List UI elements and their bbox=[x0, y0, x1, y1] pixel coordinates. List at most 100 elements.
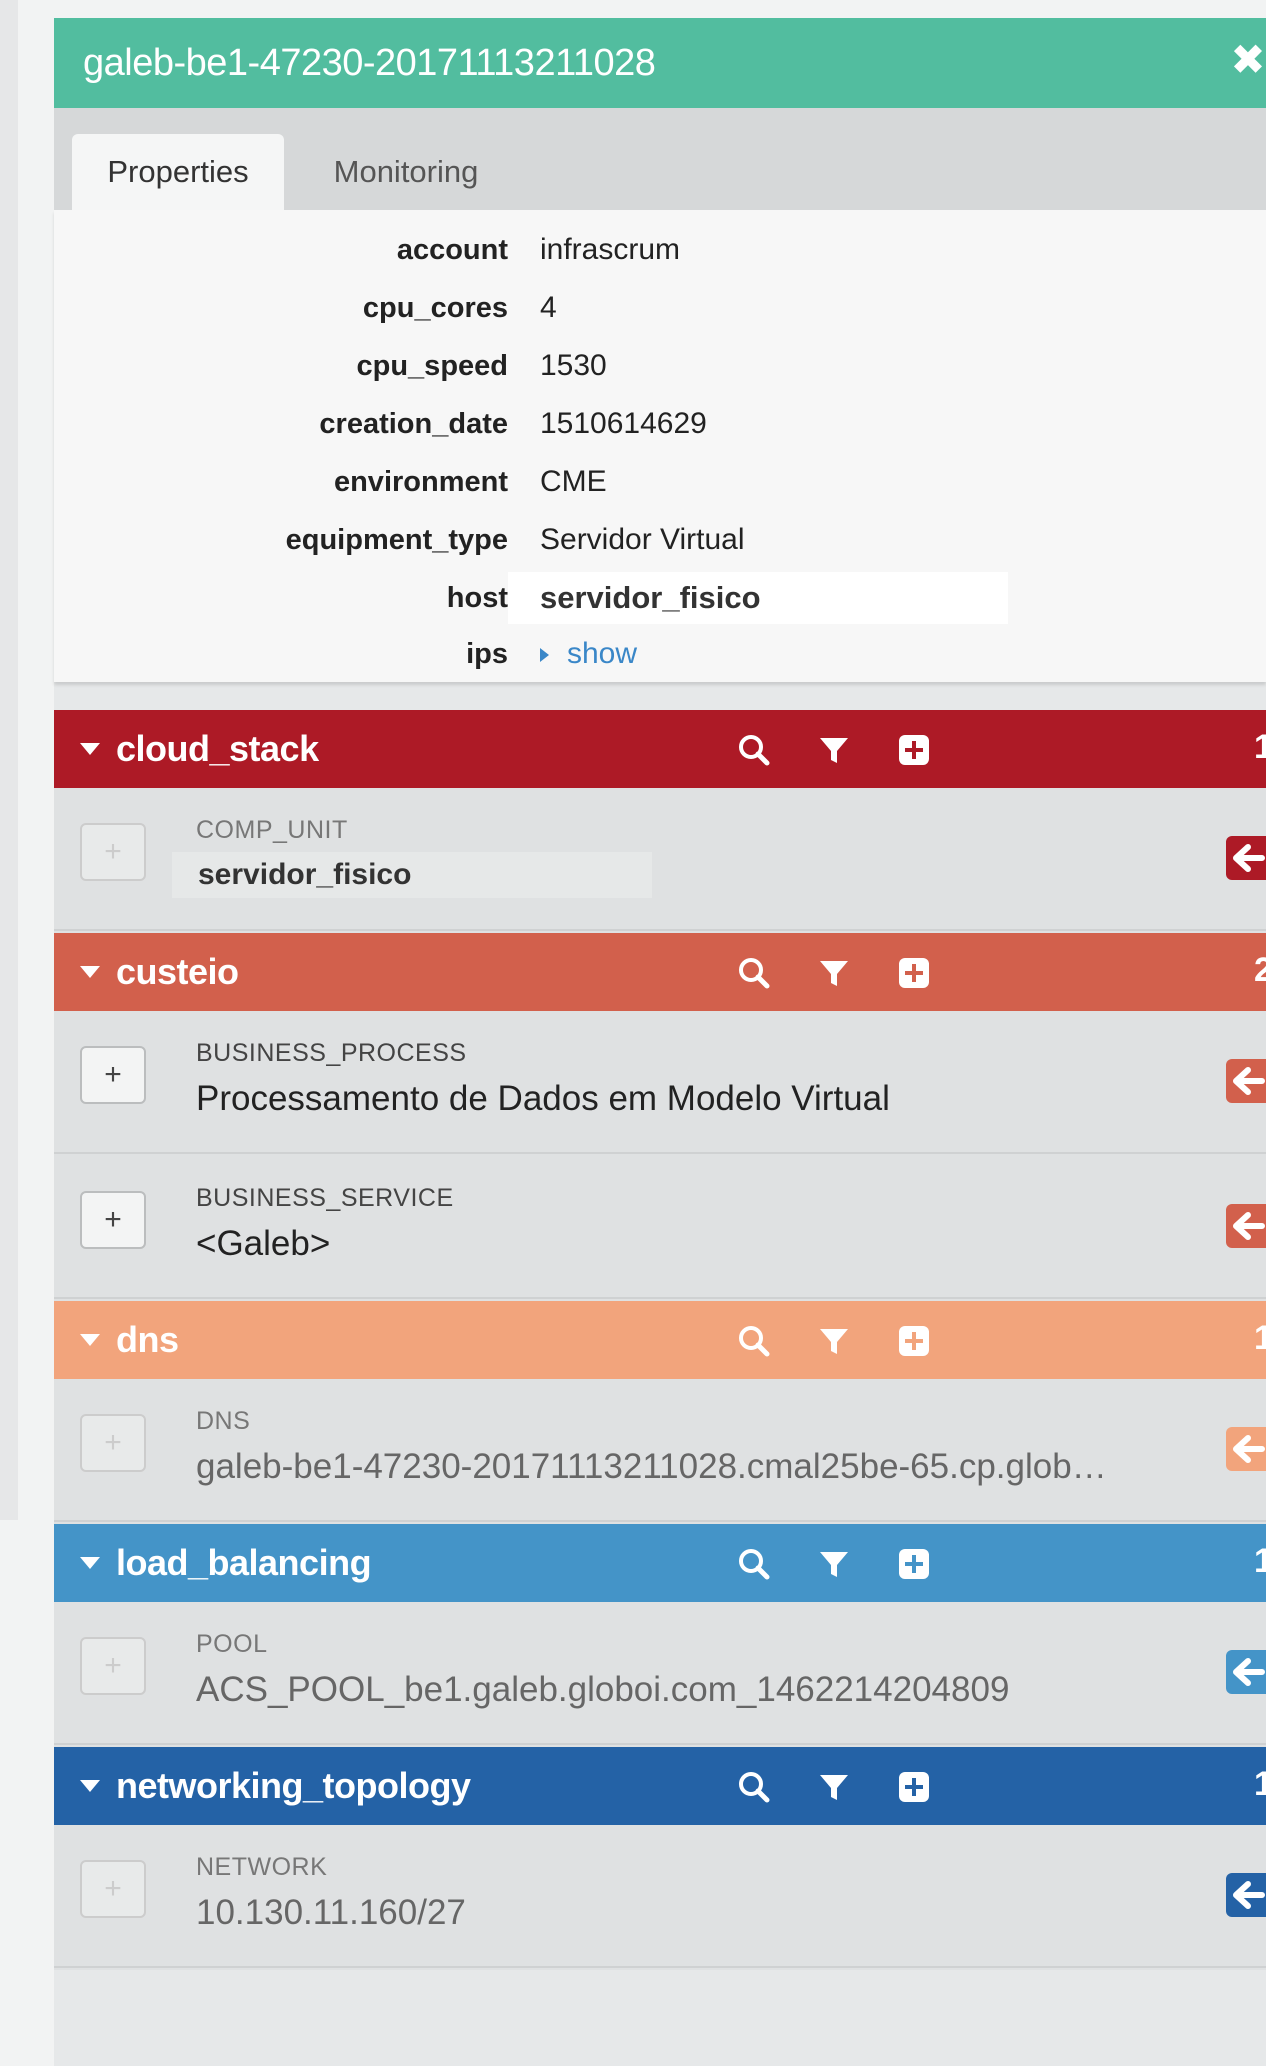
property-row: cpu_speed 1530 bbox=[54, 340, 1266, 392]
section-title: load_balancing bbox=[116, 1542, 372, 1583]
property-value: infrascrum bbox=[540, 233, 681, 266]
relation-type: NETWORK bbox=[196, 1853, 328, 1881]
panel-title: galeb-be1-47230-20171113211028 bbox=[83, 41, 656, 84]
property-value: CME bbox=[540, 465, 607, 498]
relation-item: + BUSINESS_SERVICE <Galeb> bbox=[54, 1156, 1266, 1299]
property-key: equipment_type bbox=[285, 524, 508, 556]
expand-button[interactable]: + bbox=[80, 1046, 146, 1104]
add-icon[interactable] bbox=[894, 730, 934, 770]
section-body: + NETWORK 10.130.11.160/27 bbox=[54, 1825, 1266, 1970]
section-header-load-balancing[interactable]: load_balancing 1 bbox=[54, 1524, 1266, 1602]
search-icon[interactable] bbox=[734, 1544, 774, 1584]
arrow-left-icon[interactable] bbox=[1226, 1427, 1266, 1471]
caret-down-icon[interactable] bbox=[80, 743, 100, 755]
ips-show-label: show bbox=[567, 637, 638, 670]
section-body: + BUSINESS_PROCESS Processamento de Dados … bbox=[54, 1011, 1266, 1301]
search-icon[interactable] bbox=[734, 953, 774, 993]
ips-show-link[interactable]: show bbox=[540, 628, 637, 680]
relation-type: BUSINESS_SERVICE bbox=[196, 1184, 454, 1212]
expand-button[interactable]: + bbox=[80, 823, 146, 881]
relation-value[interactable]: ACS_POOL_be1.galeb.globoi.com_1462214204… bbox=[196, 1670, 1009, 1710]
property-key: environment bbox=[333, 466, 508, 498]
expand-button[interactable]: + bbox=[80, 1191, 146, 1249]
property-value: Servidor Virtual bbox=[540, 523, 745, 556]
property-row: cpu_cores 4 bbox=[54, 282, 1266, 334]
section-body: + DNS galeb-be1-47230-20171113211028.cmal2… bbox=[54, 1379, 1266, 1524]
host-value[interactable]: servidor_fisico bbox=[508, 572, 1008, 624]
properties-table: account infrascrum cpu_cores 4 cpu_speed… bbox=[54, 210, 1266, 682]
section-count: 1 bbox=[1254, 728, 1266, 766]
relation-item: + POOL ACS_POOL_be1.galeb.globoi.com_14622… bbox=[54, 1602, 1266, 1745]
filter-icon[interactable] bbox=[814, 1544, 854, 1584]
filter-icon[interactable] bbox=[814, 730, 854, 770]
arrow-left-icon[interactable] bbox=[1226, 1059, 1266, 1103]
search-icon[interactable] bbox=[734, 1321, 774, 1361]
close-icon[interactable]: ✖ bbox=[1230, 39, 1266, 81]
property-row: equipment_type Servidor Virtual bbox=[54, 514, 1266, 566]
section-body: + POOL ACS_POOL_be1.galeb.globoi.com_14622… bbox=[54, 1602, 1266, 1747]
relation-item: + DNS galeb-be1-47230-20171113211028.cmal2… bbox=[54, 1379, 1266, 1522]
relation-type: POOL bbox=[196, 1630, 268, 1658]
property-key: cpu_cores bbox=[362, 292, 508, 324]
section-header-cloud-stack[interactable]: cloud_stack 1 bbox=[54, 710, 1266, 788]
property-value: 4 bbox=[540, 291, 557, 324]
relation-value[interactable]: <Galeb> bbox=[196, 1224, 330, 1264]
section-count: 1 bbox=[1254, 1542, 1266, 1580]
caret-down-icon[interactable] bbox=[80, 1334, 100, 1346]
arrow-left-icon[interactable] bbox=[1226, 1204, 1266, 1248]
expand-button[interactable]: + bbox=[80, 1637, 146, 1695]
section-header-dns[interactable]: dns 1 bbox=[54, 1301, 1266, 1379]
arrow-left-icon[interactable] bbox=[1226, 836, 1266, 880]
caret-down-icon[interactable] bbox=[80, 1780, 100, 1792]
filter-icon[interactable] bbox=[814, 953, 854, 993]
property-key: cpu_speed bbox=[356, 350, 509, 382]
relation-value[interactable]: servidor_fisico bbox=[172, 852, 652, 898]
section-header-networking-topology[interactable]: networking_topology 1 bbox=[54, 1747, 1266, 1825]
relation-item: + BUSINESS_PROCESS Processamento de Dados … bbox=[54, 1011, 1266, 1154]
add-icon[interactable] bbox=[894, 1321, 934, 1361]
property-row: account infrascrum bbox=[54, 224, 1266, 276]
relation-item: + NETWORK 10.130.11.160/27 bbox=[54, 1825, 1266, 1968]
section-count: 1 bbox=[1254, 1319, 1266, 1357]
filter-icon[interactable] bbox=[814, 1321, 854, 1361]
panel-header: galeb-be1-47230-20171113211028 ✖ bbox=[54, 18, 1266, 108]
caret-right-icon bbox=[540, 648, 549, 663]
section-count: 2 bbox=[1254, 951, 1266, 989]
search-icon[interactable] bbox=[734, 1767, 774, 1807]
arrow-left-icon[interactable] bbox=[1226, 1873, 1266, 1917]
filter-icon[interactable] bbox=[814, 1767, 854, 1807]
property-value: 1510614629 bbox=[540, 407, 707, 440]
relation-type: BUSINESS_PROCESS bbox=[196, 1039, 467, 1067]
relation-item: + COMP_UNIT servidor_fisico bbox=[54, 788, 1266, 931]
expand-button[interactable]: + bbox=[80, 1414, 146, 1472]
caret-down-icon[interactable] bbox=[80, 966, 100, 978]
tab-monitoring[interactable]: Monitoring bbox=[316, 134, 496, 210]
caret-down-icon[interactable] bbox=[80, 1557, 100, 1569]
add-icon[interactable] bbox=[894, 953, 934, 993]
section-title: dns bbox=[116, 1319, 179, 1360]
arrow-left-icon[interactable] bbox=[1226, 1650, 1266, 1694]
tab-properties[interactable]: Properties bbox=[72, 134, 284, 210]
property-value: 1530 bbox=[540, 349, 607, 382]
tab-bar: Properties Monitoring bbox=[54, 108, 1266, 210]
section-body: + COMP_UNIT servidor_fisico bbox=[54, 788, 1266, 933]
detail-panel: galeb-be1-47230-20171113211028 ✖ Propert… bbox=[54, 18, 1266, 2066]
section-title: custeio bbox=[116, 951, 239, 992]
search-icon[interactable] bbox=[734, 730, 774, 770]
relation-value[interactable]: galeb-be1-47230-20171113211028.cmal25be-… bbox=[196, 1447, 1107, 1487]
relation-value[interactable]: 10.130.11.160/27 bbox=[196, 1893, 466, 1933]
section-title: cloud_stack bbox=[116, 728, 319, 769]
left-gutter bbox=[0, 0, 18, 1520]
section-count: 1 bbox=[1254, 1765, 1266, 1803]
relation-type: DNS bbox=[196, 1407, 251, 1435]
property-row: ips show bbox=[54, 628, 1266, 680]
expand-button[interactable]: + bbox=[80, 1860, 146, 1918]
relation-value[interactable]: Processamento de Dados em Modelo Virtual bbox=[196, 1079, 890, 1119]
add-icon[interactable] bbox=[894, 1767, 934, 1807]
property-row: host servidor_fisico bbox=[54, 572, 1266, 624]
property-key: account bbox=[396, 234, 508, 266]
section-header-custeio[interactable]: custeio 2 bbox=[54, 933, 1266, 1011]
section-title: networking_topology bbox=[116, 1765, 471, 1806]
add-icon[interactable] bbox=[894, 1544, 934, 1584]
property-key: host bbox=[446, 582, 508, 614]
